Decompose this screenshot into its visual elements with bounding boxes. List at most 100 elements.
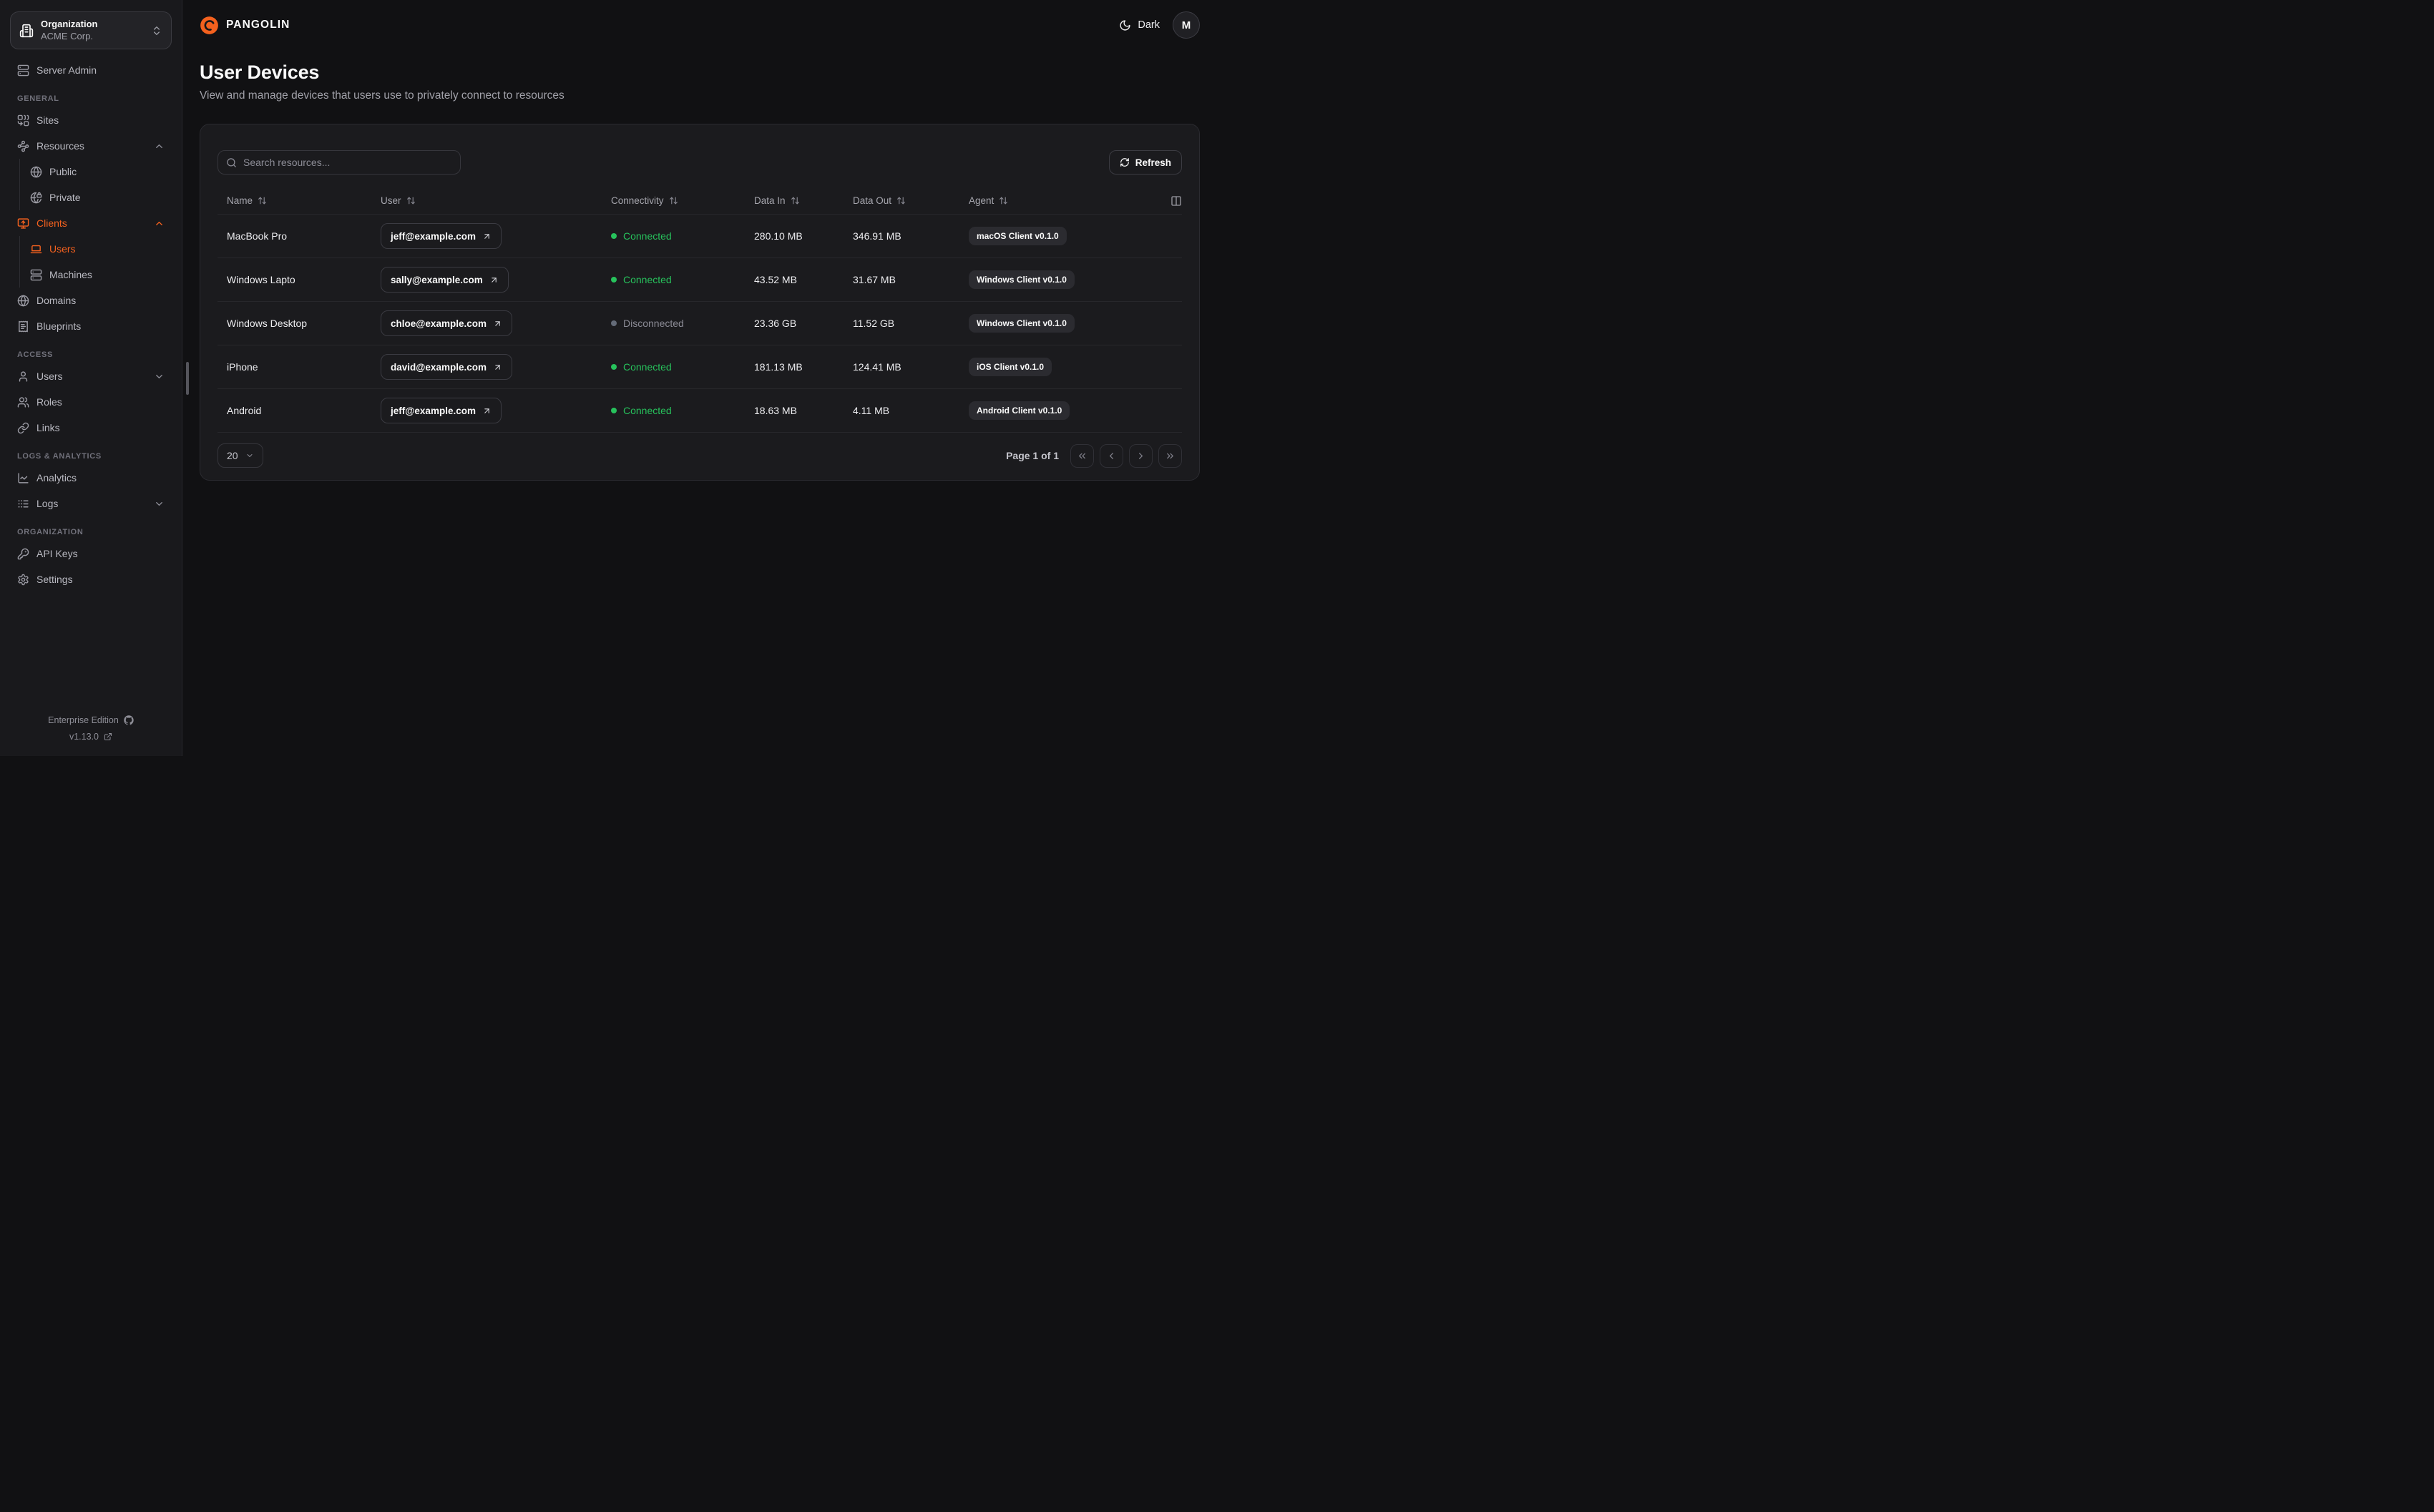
sidebar-item-label: Public: [49, 166, 77, 177]
search-box: [218, 150, 461, 175]
page-title: User Devices: [200, 62, 320, 83]
sidebar-item-settings[interactable]: Settings: [10, 566, 172, 592]
search-icon: [226, 157, 237, 168]
status-dot: [611, 233, 617, 239]
connectivity-status: Connected: [611, 405, 754, 416]
sidebar-item-label: Resources: [36, 140, 84, 152]
sidebar-item-domains[interactable]: Domains: [10, 288, 172, 313]
chevron-down-icon: [154, 499, 165, 509]
section-label-organization: ORGANIZATION: [17, 528, 84, 536]
sidebar-item-label: Clients: [36, 217, 67, 229]
chevron-up-icon: [154, 218, 165, 229]
sort-icon: [791, 196, 800, 205]
chevrons-up-down-icon: [151, 25, 162, 36]
status-label: Connected: [623, 274, 672, 285]
user-link-button[interactable]: chloe@example.com: [381, 310, 512, 336]
column-header-data-in[interactable]: Data In: [754, 195, 853, 206]
sidebar-item-label: Analytics: [36, 472, 77, 483]
column-header-name[interactable]: Name: [227, 195, 381, 206]
theme-toggle-button[interactable]: Dark: [1119, 19, 1160, 31]
arrow-up-right-icon: [489, 275, 499, 285]
first-page-button[interactable]: [1070, 443, 1094, 468]
sidebar-item-users[interactable]: Users: [10, 363, 172, 389]
column-label: Data In: [754, 195, 786, 206]
search-input[interactable]: [243, 157, 452, 168]
sidebar-item-clients[interactable]: Clients: [10, 210, 172, 236]
sidebar-item-analytics[interactable]: Analytics: [10, 465, 172, 491]
sidebar-item-links[interactable]: Links: [10, 415, 172, 441]
refresh-button[interactable]: Refresh: [1108, 150, 1182, 175]
sidebar-item-logs[interactable]: Logs: [10, 491, 172, 516]
github-icon[interactable]: [124, 715, 134, 725]
sidebar-item-label: Logs: [36, 498, 59, 509]
column-header-agent[interactable]: Agent: [969, 195, 1160, 206]
data-out-value: 4.11 MB: [853, 405, 890, 416]
sidebar-item-blueprints[interactable]: Blueprints: [10, 313, 172, 339]
previous-page-button[interactable]: [1100, 443, 1123, 468]
column-label: Connectivity: [611, 195, 664, 206]
sidebar-item-api-keys[interactable]: API Keys: [10, 541, 172, 566]
sidebar-item-label: Users: [36, 370, 63, 382]
chevron-up-icon: [154, 141, 165, 152]
building-icon: [19, 24, 34, 38]
external-link-icon[interactable]: [104, 732, 112, 741]
page-subtitle: View and manage devices that users use t…: [200, 89, 564, 102]
column-label: Name: [227, 195, 253, 206]
page-size-select[interactable]: 20: [218, 443, 263, 468]
avatar-initial: M: [1181, 19, 1191, 31]
column-header-data-out[interactable]: Data Out: [853, 195, 969, 206]
avatar[interactable]: M: [1173, 11, 1200, 39]
sidebar-item-server-admin[interactable]: Server Admin: [10, 57, 172, 83]
status-label: Disconnected: [623, 318, 684, 329]
sidebar-item-client-users[interactable]: Users: [23, 236, 172, 262]
version-label: v1.13.0: [69, 732, 99, 742]
data-in-value: 181.13 MB: [754, 361, 803, 373]
column-header-user[interactable]: User: [381, 195, 611, 206]
topbar-right: Dark M: [1119, 11, 1200, 39]
brand[interactable]: PANGOLIN: [200, 16, 290, 35]
receipt-icon: [17, 320, 29, 333]
section-label-general: GENERAL: [17, 94, 59, 103]
user-link-button[interactable]: sally@example.com: [381, 267, 509, 293]
page-header: User Devices View and manage devices tha…: [200, 62, 1200, 102]
laptop-icon: [30, 243, 42, 255]
agent-badge: Windows Client v0.1.0: [969, 270, 1075, 289]
connectivity-status: Disconnected: [611, 318, 754, 329]
sidebar-item-sites[interactable]: Sites: [10, 107, 172, 133]
sidebar-item-private[interactable]: Private: [23, 185, 172, 210]
status-dot: [611, 277, 617, 283]
user-icon: [17, 370, 29, 383]
sidebar-item-public[interactable]: Public: [23, 159, 172, 185]
sort-icon: [896, 196, 906, 205]
user-email: jeff@example.com: [391, 230, 476, 242]
column-header-connectivity[interactable]: Connectivity: [611, 195, 754, 206]
sidebar-resize-handle[interactable]: [186, 361, 189, 395]
topbar: PANGOLIN Dark M: [200, 0, 1200, 50]
org-switcher[interactable]: Organization ACME Corp.: [10, 11, 172, 49]
column-visibility-icon[interactable]: [1170, 195, 1182, 207]
last-page-button[interactable]: [1158, 443, 1182, 468]
sidebar-item-roles[interactable]: Roles: [10, 389, 172, 415]
table-row: iPhone david@example.com Connected 181.1…: [218, 345, 1182, 389]
data-out-value: 124.41 MB: [853, 361, 901, 373]
sidebar-item-label: Settings: [36, 574, 73, 585]
chart-line-icon: [17, 472, 29, 484]
user-link-button[interactable]: jeff@example.com: [381, 223, 502, 249]
waypoints-icon: [17, 140, 29, 152]
gear-icon: [17, 574, 29, 586]
device-name: Windows Desktop: [227, 318, 308, 329]
sort-icon: [406, 196, 416, 205]
next-page-button[interactable]: [1129, 443, 1153, 468]
link-icon: [17, 422, 29, 434]
sidebar-item-label: Machines: [49, 269, 92, 280]
device-name: Windows Lapto: [227, 274, 295, 285]
section-label-access: ACCESS: [17, 350, 54, 359]
table-row: Windows Desktop chloe@example.com Discon…: [218, 302, 1182, 345]
section-label-logs-analytics: LOGS & ANALYTICS: [17, 452, 102, 461]
user-link-button[interactable]: david@example.com: [381, 354, 512, 380]
status-dot: [611, 408, 617, 413]
user-link-button[interactable]: jeff@example.com: [381, 398, 502, 423]
page-info: Page 1 of 1: [1006, 450, 1059, 461]
sidebar-item-resources[interactable]: Resources: [10, 133, 172, 159]
sidebar-item-machines[interactable]: Machines: [23, 262, 172, 288]
